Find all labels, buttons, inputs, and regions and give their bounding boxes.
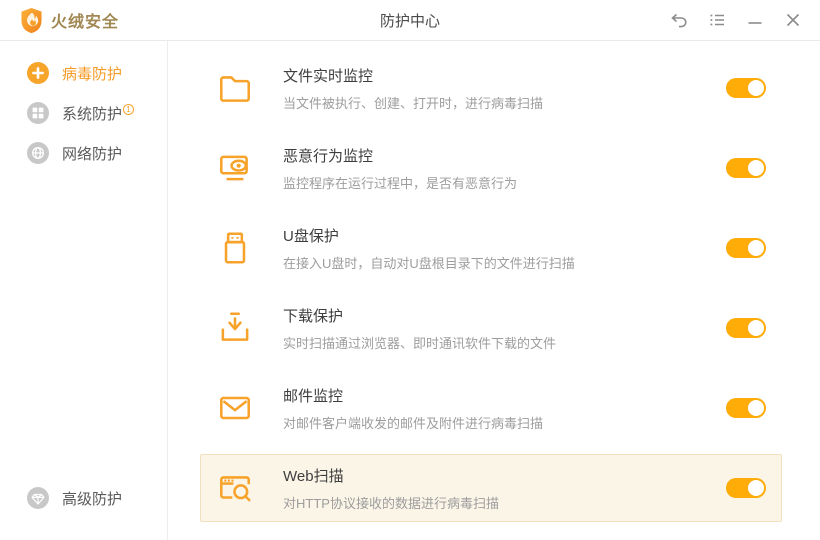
shield-flame-logo-icon bbox=[20, 7, 43, 34]
app-logo: 火绒安全 bbox=[20, 7, 119, 34]
monitor-eye-icon bbox=[216, 149, 254, 187]
protection-text: 邮件监控 对邮件客户端收发的邮件及附件进行病毒扫描 bbox=[283, 385, 543, 432]
sidebar-item-label: 网络防护 bbox=[62, 143, 122, 164]
toggle-knob bbox=[748, 320, 764, 336]
protection-desc: 当文件被执行、创建、打开时，进行病毒扫描 bbox=[283, 93, 543, 112]
mail-icon bbox=[216, 389, 254, 427]
toggle-download[interactable] bbox=[726, 318, 766, 338]
protection-desc: 在接入U盘时，自动对U盘根目录下的文件进行扫描 bbox=[283, 253, 575, 272]
toggle-knob bbox=[748, 480, 764, 496]
toggle-knob bbox=[748, 400, 764, 416]
protection-row-download: 下载保护 实时扫描通过浏览器、即时通讯软件下载的文件 bbox=[200, 288, 782, 368]
alert-count-badge: 1 bbox=[123, 104, 134, 115]
title-bar: 火绒安全 防护中心 bbox=[0, 0, 820, 41]
sidebar-item-network-protection[interactable]: 网络防护 bbox=[0, 133, 167, 173]
sidebar-item-label: 系统防护1 bbox=[62, 103, 134, 124]
toggle-web-scan[interactable] bbox=[726, 478, 766, 498]
protection-row-file-monitor: 文件实时监控 当文件被执行、创建、打开时，进行病毒扫描 bbox=[200, 48, 782, 128]
virus-protection-icon bbox=[27, 62, 49, 84]
advanced-protection-icon bbox=[27, 487, 49, 509]
back-icon[interactable] bbox=[664, 5, 694, 35]
protection-row-usb: U盘保护 在接入U盘时，自动对U盘根目录下的文件进行扫描 bbox=[200, 208, 782, 288]
protection-desc: 监控程序在运行过程中，是否有恶意行为 bbox=[283, 173, 517, 192]
toggle-mail[interactable] bbox=[726, 398, 766, 418]
protection-text: U盘保护 在接入U盘时，自动对U盘根目录下的文件进行扫描 bbox=[283, 225, 575, 272]
web-scan-icon bbox=[216, 469, 254, 507]
protection-title: 邮件监控 bbox=[283, 385, 543, 406]
close-icon[interactable] bbox=[778, 5, 808, 35]
toggle-file-monitor[interactable] bbox=[726, 78, 766, 98]
protection-title: 下载保护 bbox=[283, 305, 556, 326]
protection-row-mail: 邮件监控 对邮件客户端收发的邮件及附件进行病毒扫描 bbox=[200, 368, 782, 448]
sidebar-item-virus-protection[interactable]: 病毒防护 bbox=[0, 53, 167, 93]
app-name: 火绒安全 bbox=[51, 8, 119, 32]
sidebar-item-advanced-protection[interactable]: 高级防护 bbox=[0, 478, 167, 518]
protection-title: U盘保护 bbox=[283, 225, 575, 246]
sidebar-item-label: 病毒防护 bbox=[62, 63, 122, 84]
network-protection-icon bbox=[27, 142, 49, 164]
minimize-icon[interactable] bbox=[740, 5, 770, 35]
sidebar-item-label: 高级防护 bbox=[62, 488, 122, 509]
protection-text: 文件实时监控 当文件被执行、创建、打开时，进行病毒扫描 bbox=[283, 65, 543, 112]
window-controls bbox=[664, 5, 808, 35]
protection-list: 文件实时监控 当文件被执行、创建、打开时，进行病毒扫描 恶意行为监控 监控程序在… bbox=[168, 41, 820, 540]
protection-title: 文件实时监控 bbox=[283, 65, 543, 86]
protection-desc: 实时扫描通过浏览器、即时通讯软件下载的文件 bbox=[283, 333, 556, 352]
protection-desc: 对HTTP协议接收的数据进行病毒扫描 bbox=[283, 493, 499, 512]
protection-title: Web扫描 bbox=[283, 465, 499, 486]
protection-row-behavior-monitor: 恶意行为监控 监控程序在运行过程中，是否有恶意行为 bbox=[200, 128, 782, 208]
folder-icon bbox=[216, 69, 254, 107]
download-icon bbox=[216, 309, 254, 347]
toggle-usb[interactable] bbox=[726, 238, 766, 258]
menu-list-icon[interactable] bbox=[702, 5, 732, 35]
toggle-knob bbox=[748, 160, 764, 176]
sidebar: 病毒防护 系统防护1 bbox=[0, 41, 168, 540]
usb-drive-icon bbox=[216, 229, 254, 267]
protection-row-web-scan[interactable]: Web扫描 对HTTP协议接收的数据进行病毒扫描 bbox=[200, 454, 782, 522]
protection-text: 下载保护 实时扫描通过浏览器、即时通讯软件下载的文件 bbox=[283, 305, 556, 352]
protection-text: Web扫描 对HTTP协议接收的数据进行病毒扫描 bbox=[283, 465, 499, 512]
toggle-knob bbox=[748, 240, 764, 256]
sidebar-item-system-protection[interactable]: 系统防护1 bbox=[0, 93, 167, 133]
protection-title: 恶意行为监控 bbox=[283, 145, 517, 166]
system-protection-icon bbox=[27, 102, 49, 124]
protection-desc: 对邮件客户端收发的邮件及附件进行病毒扫描 bbox=[283, 413, 543, 432]
toggle-knob bbox=[748, 80, 764, 96]
toggle-behavior-monitor[interactable] bbox=[726, 158, 766, 178]
protection-text: 恶意行为监控 监控程序在运行过程中，是否有恶意行为 bbox=[283, 145, 517, 192]
